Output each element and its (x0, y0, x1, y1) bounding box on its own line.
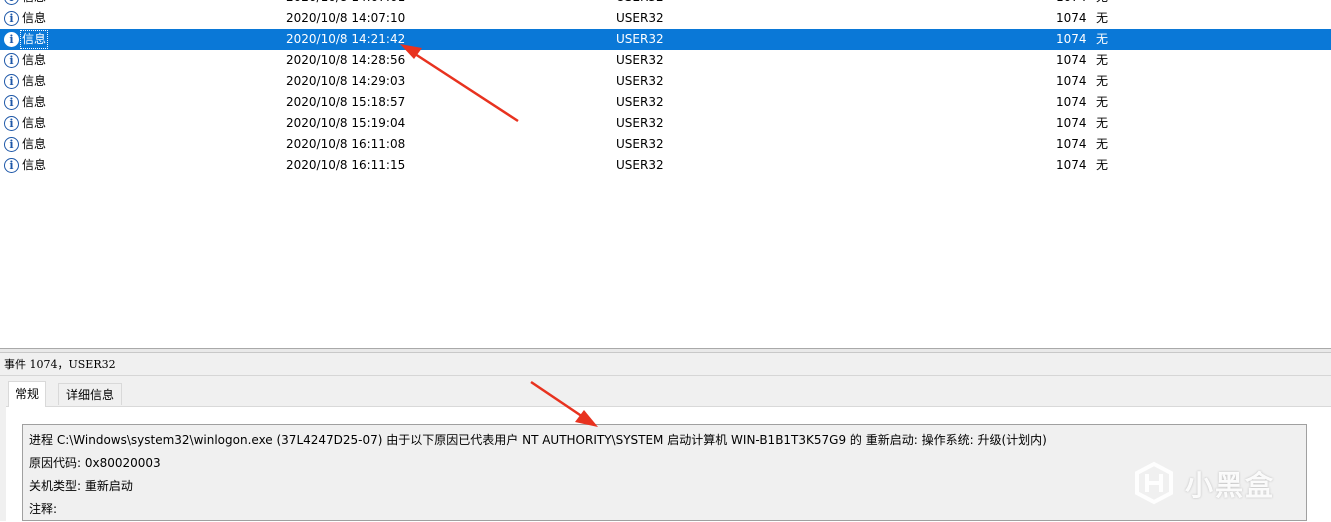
annotation-arrow-1 (400, 44, 519, 123)
watermark-logo-icon (1135, 461, 1173, 505)
annotation-arrows (400, 44, 598, 427)
watermark: 小黑盒 (1132, 461, 1302, 505)
watermark-text: 小黑盒 (1185, 469, 1276, 502)
arrow-shaft (411, 50, 519, 123)
arrow-shaft (530, 380, 587, 421)
annotation-arrow-2 (530, 380, 598, 427)
